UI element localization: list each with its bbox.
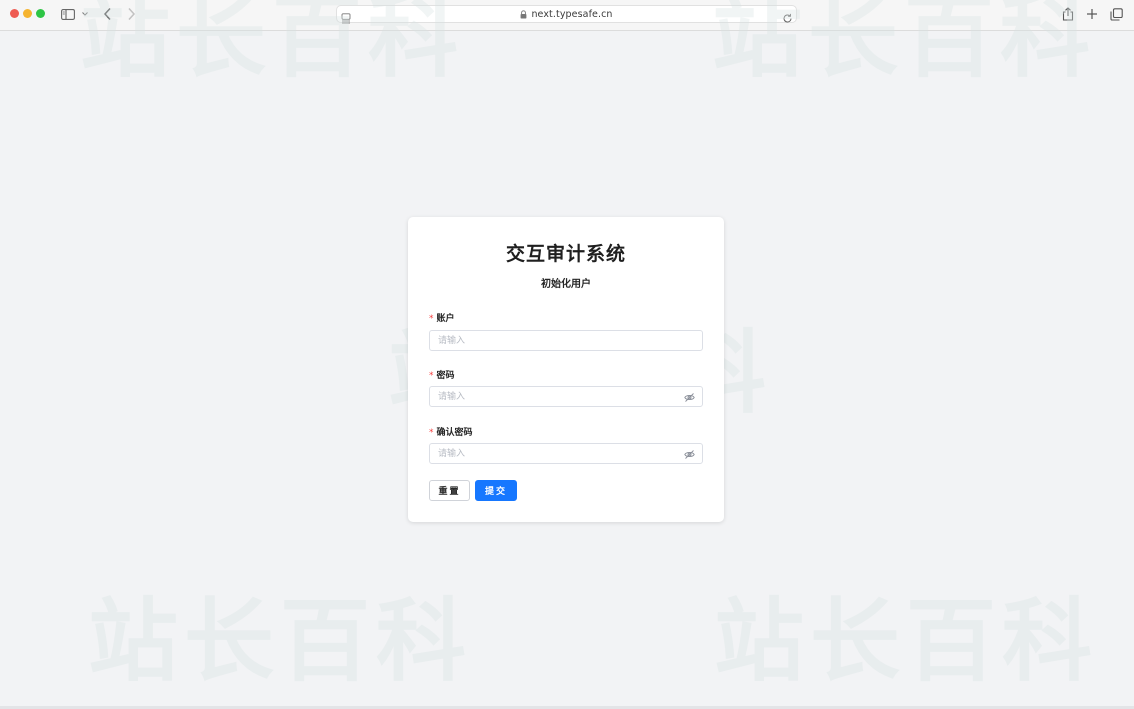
back-button[interactable] [101, 5, 115, 23]
plus-icon [1087, 9, 1097, 19]
eye-off-icon [684, 393, 695, 402]
account-input[interactable] [430, 331, 702, 350]
page-title: 交互审计系统 [505, 243, 626, 265]
lock-icon [520, 9, 527, 19]
url-text: next.typesafe.cn [531, 8, 613, 20]
confirm-password-label: * 确认密码 [429, 428, 473, 438]
reload-icon[interactable] [782, 9, 793, 28]
account-label: * 账户 [429, 314, 455, 324]
zoom-window-button[interactable] [36, 9, 45, 18]
new-tab-button[interactable] [1085, 5, 1099, 23]
toggle-password-visibility-button[interactable] [684, 392, 695, 403]
submit-button[interactable]: 提交 [475, 480, 517, 501]
password-input-wrapper [429, 386, 703, 407]
reset-button[interactable]: 重置 [429, 480, 470, 501]
eye-off-icon [684, 450, 695, 459]
minimize-window-button[interactable] [23, 9, 32, 18]
required-mark: * [429, 371, 434, 381]
confirm-password-input-wrapper [429, 443, 703, 464]
watermark: 站长百科 [88, 589, 472, 694]
chevron-right-icon [128, 7, 136, 21]
browser-toolbar: next.typesafe.cn [0, 0, 1134, 31]
forward-button[interactable] [124, 5, 138, 23]
chevron-down-icon [82, 12, 88, 16]
tabs-overview-icon [1109, 7, 1123, 21]
share-icon [1062, 7, 1074, 21]
required-mark: * [429, 428, 434, 438]
form-subtitle: 初始化用户 [541, 279, 591, 290]
password-label: * 密码 [429, 371, 455, 381]
init-user-card: 交互审计系统 初始化用户 *账户 *密码 *确认密码 [408, 217, 724, 522]
close-window-button[interactable] [10, 9, 19, 18]
sidebar-icon [61, 8, 75, 20]
chevron-left-icon [103, 7, 111, 21]
address-bar[interactable]: next.typesafe.cn [336, 5, 797, 24]
required-mark: * [429, 314, 434, 324]
sidebar-toggle-button[interactable] [60, 5, 90, 23]
confirm-password-input[interactable] [430, 444, 702, 463]
share-button[interactable] [1061, 5, 1075, 23]
toggle-confirm-password-visibility-button[interactable] [684, 449, 695, 460]
password-input[interactable] [430, 387, 702, 406]
watermark: 站长百科 [714, 589, 1098, 694]
tab-overview-button[interactable] [1109, 5, 1123, 23]
account-input-wrapper [429, 330, 703, 351]
